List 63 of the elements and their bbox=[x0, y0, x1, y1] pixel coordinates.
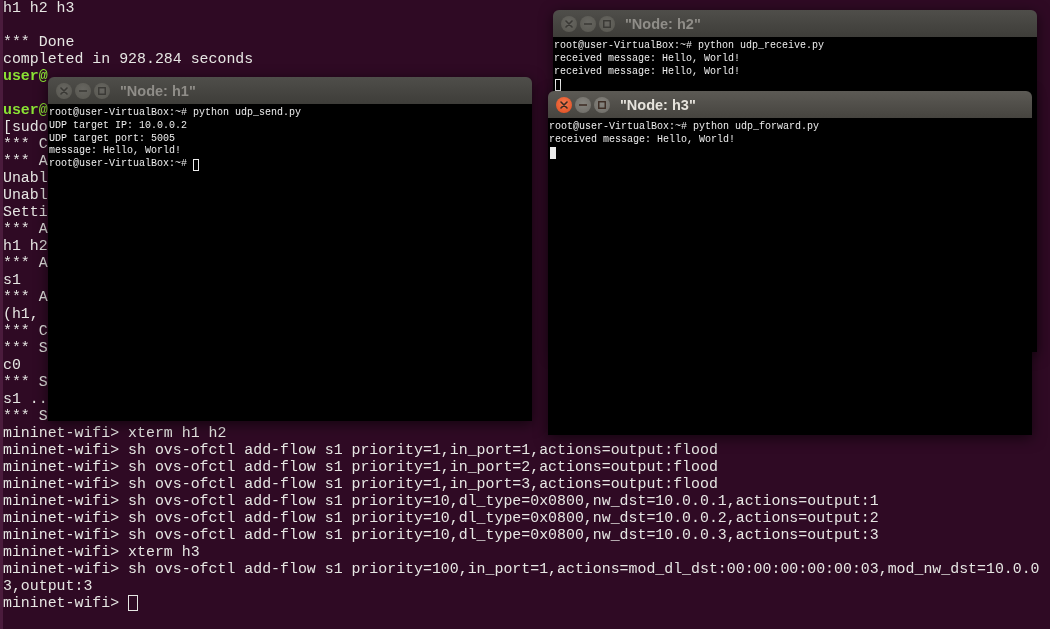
terminal-line: *** A bbox=[3, 254, 48, 272]
maximize-button[interactable] bbox=[94, 82, 110, 99]
minimize-button[interactable] bbox=[580, 15, 596, 32]
terminal-line: received message: Hello, World! bbox=[554, 52, 741, 66]
terminal-line: *** A bbox=[3, 220, 48, 238]
terminal-line: *** A bbox=[3, 288, 48, 306]
terminal-line: Setti bbox=[3, 203, 48, 221]
terminal-line: received message: Hello, World! bbox=[554, 65, 741, 79]
terminal-line: UDP target port: 5005 bbox=[49, 132, 176, 145]
maximize-button[interactable] bbox=[599, 15, 615, 32]
terminal-line: mininet-wifi> sh ovs-ofctl add-flow s1 priority=10,dl_type=0x0800,nw_dst=10.0.0.1,actions=output:1 bbox=[3, 492, 879, 510]
close-icon bbox=[565, 19, 573, 28]
terminal-line: *** C bbox=[3, 135, 48, 153]
terminal-line: s1 .. bbox=[3, 390, 48, 408]
maximize-button[interactable] bbox=[594, 96, 610, 113]
minimize-icon bbox=[579, 103, 587, 106]
terminal-line: 3,output:3 bbox=[3, 577, 93, 595]
terminal-line: Unabl bbox=[3, 169, 48, 187]
terminal-line: root@user-VirtualBox:~# python udp_forward.py bbox=[549, 121, 820, 134]
close-button[interactable] bbox=[556, 96, 572, 113]
window-title: "Node: h2" bbox=[625, 15, 701, 32]
minimize-button[interactable] bbox=[75, 82, 91, 99]
terminal-line: *** S bbox=[3, 339, 48, 357]
maximize-icon bbox=[603, 19, 611, 28]
terminal-line: completed in 928.284 seconds bbox=[3, 50, 254, 68]
terminal-line: message: Hello, World! bbox=[49, 145, 182, 158]
window-title: "Node: h3" bbox=[620, 96, 696, 113]
terminal-line: Unabl bbox=[3, 186, 48, 204]
terminal-line: *** C bbox=[3, 322, 48, 340]
terminal-line: mininet-wifi> sh ovs-ofctl add-flow s1 priority=10,dl_type=0x0800,nw_dst=10.0.0.2,actions=output:2 bbox=[3, 509, 879, 527]
terminal-line: UDP target IP: 10.0.0.2 bbox=[49, 119, 188, 133]
prompt-text: user@ bbox=[3, 101, 48, 119]
terminal-line: h1 h2 bbox=[3, 237, 48, 255]
maximize-icon bbox=[598, 100, 606, 109]
terminal-line: c0 bbox=[3, 356, 21, 374]
terminal-line: mininet-wifi> xterm h3 bbox=[3, 543, 200, 561]
terminal-line: mininet-wifi> sh ovs-ofctl add-flow s1 priority=10,dl_type=0x0800,nw_dst=10.0.0.3,actions=output:3 bbox=[3, 526, 879, 544]
terminal-line: mininet-wifi> bbox=[3, 594, 120, 612]
terminal-line: mininet-wifi> xterm h1 h2 bbox=[3, 424, 227, 442]
close-button[interactable] bbox=[56, 82, 72, 99]
terminal-line: (h1, bbox=[3, 305, 39, 323]
window-title: "Node: h1" bbox=[120, 82, 196, 99]
terminal-line: root@user-VirtualBox:~# python udp_send.py bbox=[49, 107, 302, 120]
close-button[interactable] bbox=[561, 15, 577, 32]
terminal-line: [sudo bbox=[3, 118, 48, 136]
prompt-text: user@ bbox=[3, 67, 48, 85]
close-icon bbox=[60, 86, 68, 95]
terminal-line: mininet-wifi> sh ovs-ofctl add-flow s1 priority=100,in_port=1,actions=mod_dl_dst:00:00:00:00:00:03,mod_nw_dst=10.0.0 bbox=[3, 560, 1040, 578]
terminal-line: mininet-wifi> sh ovs-ofctl add-flow s1 priority=1,in_port=2,actions=output:flood bbox=[3, 458, 718, 476]
terminal-line: *** S bbox=[3, 373, 48, 391]
terminal-line: root@user-VirtualBox:~# bbox=[49, 158, 188, 171]
maximize-icon bbox=[98, 86, 106, 95]
terminal-line: *** A bbox=[3, 152, 48, 170]
terminal-line: received message: Hello, World! bbox=[549, 133, 736, 147]
terminal-line: *** Done bbox=[3, 33, 75, 51]
close-icon bbox=[560, 100, 568, 109]
terminal-line: mininet-wifi> sh ovs-ofctl add-flow s1 priority=1,in_port=3,actions=output:flood bbox=[3, 475, 718, 493]
terminal-line: s1 bbox=[3, 271, 21, 289]
terminal-line: root@user-VirtualBox:~# python udp_receive.py bbox=[554, 40, 825, 53]
terminal-line: h1 h2 h3 bbox=[3, 0, 75, 17]
minimize-button[interactable] bbox=[575, 96, 591, 113]
terminal-line: mininet-wifi> sh ovs-ofctl add-flow s1 priority=1,in_port=1,actions=output:flood bbox=[3, 441, 718, 459]
terminal-line: *** S bbox=[3, 407, 48, 425]
